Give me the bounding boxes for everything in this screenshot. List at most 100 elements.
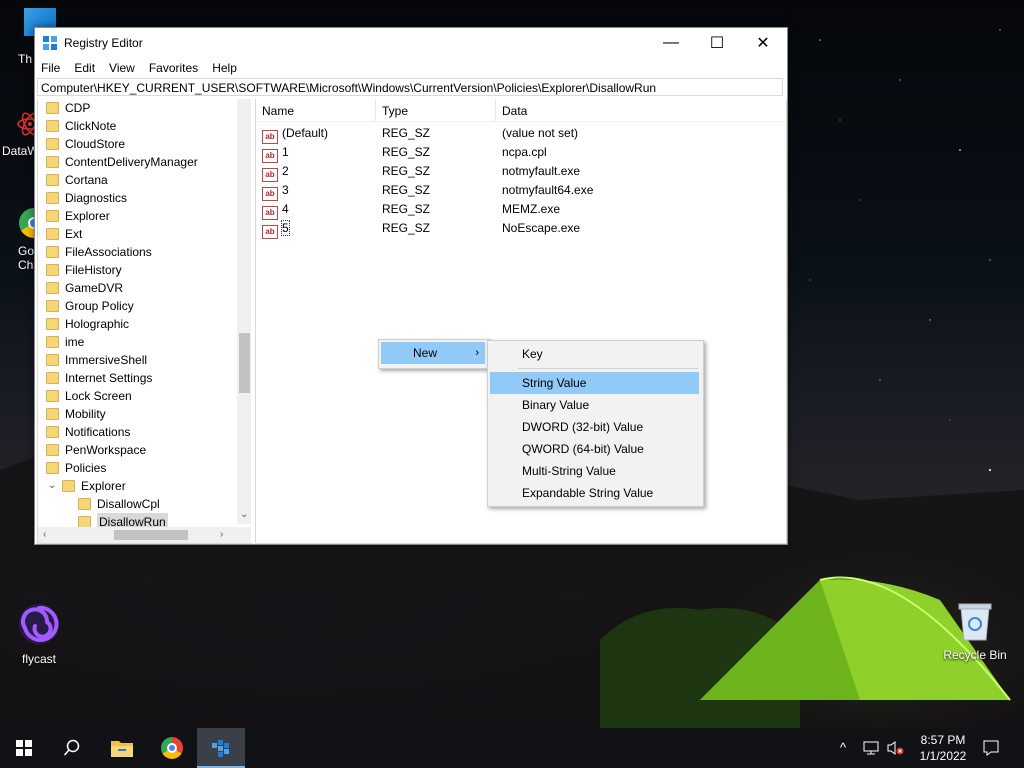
column-header-data[interactable]: Data [496,99,786,121]
tree-item-lock-screen[interactable]: Lock Screen [46,387,132,405]
menu-file[interactable]: File [41,61,60,75]
menu-item-key[interactable]: Key [490,343,699,365]
menu-item-binary-value[interactable]: Binary Value [490,394,699,416]
menu-separator [518,368,698,369]
tree-item-disallowcpl[interactable]: DisallowCpl [78,495,160,513]
table-row[interactable]: ab 2 REG_SZ notmyfault.exe [256,162,786,182]
tree-item-gamedvr[interactable]: GameDVR [46,279,123,297]
tree-item-ext[interactable]: Ext [46,225,82,243]
search-button[interactable] [48,728,96,768]
volume-muted-icon[interactable] [886,740,904,756]
desktop-icon-label: Recycle Bin [943,648,1007,662]
title-bar[interactable]: Registry Editor — ☐ ✕ [35,28,787,58]
tree-item-label: Policies [65,461,107,475]
menu-item-multi-string-value[interactable]: Multi-String Value [490,460,699,482]
value-name: 3 [282,183,289,197]
menu-help[interactable]: Help [212,61,237,75]
minimize-button[interactable]: — [648,28,694,58]
desktop-icon-recycle-bin[interactable]: Recycle Bin [940,602,1010,662]
notification-icon[interactable] [982,739,1000,757]
tree-item-holographic[interactable]: Holographic [46,315,129,333]
table-row[interactable]: ab 3 REG_SZ notmyfault64.exe [256,181,786,201]
menu-item-string-value[interactable]: String Value [490,372,699,394]
folder-icon [46,138,59,150]
tree-item-ime[interactable]: ime [46,333,84,351]
tree-item-notifications[interactable]: Notifications [46,423,130,441]
tree-item-contentdeliverymanager[interactable]: ContentDeliveryManager [46,153,198,171]
tree-item-cdp[interactable]: CDP [46,99,90,117]
tree-horizontal-scrollbar[interactable]: ‹ › [38,527,252,543]
folder-icon [46,246,59,258]
taskbar-chrome[interactable] [148,728,196,768]
context-menu: New › [378,339,490,369]
table-row[interactable]: ab 1 REG_SZ ncpa.cpl [256,143,786,163]
tree-item-label: ImmersiveShell [65,353,148,367]
tree-item-label: Group Policy [65,299,134,313]
folder-icon [46,426,59,438]
column-header-name[interactable]: Name [256,99,376,121]
menu-view[interactable]: View [109,61,135,75]
menu-favorites[interactable]: Favorites [149,61,198,75]
start-button[interactable] [0,728,48,768]
value-type: REG_SZ [382,183,431,197]
taskbar-file-explorer[interactable] [98,728,146,768]
scrollbar-thumb[interactable] [239,333,250,393]
desktop-icon-label: flycast [21,652,56,666]
windows-logo-icon [16,740,32,756]
window-title: Registry Editor [64,36,143,50]
tree-item-internet-settings[interactable]: Internet Settings [46,369,152,387]
system-clock[interactable]: 8:57 PM 1/1/2022 [912,732,974,764]
menu-item-qword-value[interactable]: QWORD (64-bit) Value [490,438,699,460]
tree-item-filehistory[interactable]: FileHistory [46,261,122,279]
value-name: (Default) [282,126,329,140]
tree-item-mobility[interactable]: Mobility [46,405,106,423]
tree-item-penworkspace[interactable]: PenWorkspace [46,441,146,459]
value-name: 2 [282,164,289,178]
tree-item-label: Cortana [65,173,108,187]
desktop-icon-flycast[interactable]: flycast [9,602,69,666]
tree-item-label: Internet Settings [65,371,153,385]
taskbar: ^ 8:57 PM 1/1/2022 [0,728,1024,768]
chevron-up-icon[interactable]: ^ [840,740,846,755]
column-header-type[interactable]: Type [376,99,496,121]
tree-item-label: Diagnostics [65,191,128,205]
chevron-right-icon: › [475,347,479,359]
tree-item-fileassociations[interactable]: FileAssociations [46,243,152,261]
scroll-down-arrow-icon[interactable]: ⌄ [240,509,248,520]
menu-item-label: New [413,346,438,360]
menu-edit[interactable]: Edit [74,61,95,75]
tree-pane[interactable]: CDP ClickNote CloudStore ContentDelivery… [37,99,253,544]
tree-item-group-policy[interactable]: Group Policy [46,297,134,315]
taskbar-registry-editor[interactable] [197,728,245,768]
scroll-left-arrow-icon[interactable]: ‹ [43,529,46,540]
table-row[interactable]: ab 5 REG_SZ NoEscape.exe [256,219,786,239]
tree-item-immersiveshell[interactable]: ImmersiveShell [46,351,147,369]
folder-icon [46,336,59,348]
menu-item-new[interactable]: New › [381,342,485,364]
tree-vertical-scrollbar[interactable]: ⌄ [237,99,252,524]
tree-item-cloudstore[interactable]: CloudStore [46,135,125,153]
network-icon[interactable] [862,740,880,756]
tree-item-explorer[interactable]: Explorer [46,207,110,225]
maximize-button[interactable]: ☐ [694,28,740,58]
tree-item-cortana[interactable]: Cortana [46,171,108,189]
address-bar[interactable]: Computer\HKEY_CURRENT_USER\SOFTWARE\Micr… [37,78,783,96]
table-row[interactable]: ab (Default) REG_SZ (value not set) [256,124,786,144]
column-headers: Name Type Data [256,99,786,122]
scrollbar-thumb[interactable] [114,530,188,540]
menu-item-dword-value[interactable]: DWORD (32-bit) Value [490,416,699,438]
folder-icon [46,408,59,420]
scroll-right-arrow-icon[interactable]: › [220,529,223,540]
close-button[interactable]: ✕ [740,28,786,58]
table-row[interactable]: ab 4 REG_SZ MEMZ.exe [256,200,786,220]
tree-item-policies[interactable]: Policies [46,459,106,477]
tree-item-label: FileAssociations [65,245,152,259]
folder-icon [46,156,59,168]
chevron-down-icon[interactable]: ⌄ [48,477,62,495]
tree-item-clicknote[interactable]: ClickNote [46,117,116,135]
tree-item-diagnostics[interactable]: Diagnostics [46,189,127,207]
folder-icon [46,300,59,312]
folder-icon [46,462,59,474]
menu-item-expandable-string-value[interactable]: Expandable String Value [490,482,699,504]
tree-item-policies-explorer[interactable]: ⌄ Explorer [48,477,126,495]
